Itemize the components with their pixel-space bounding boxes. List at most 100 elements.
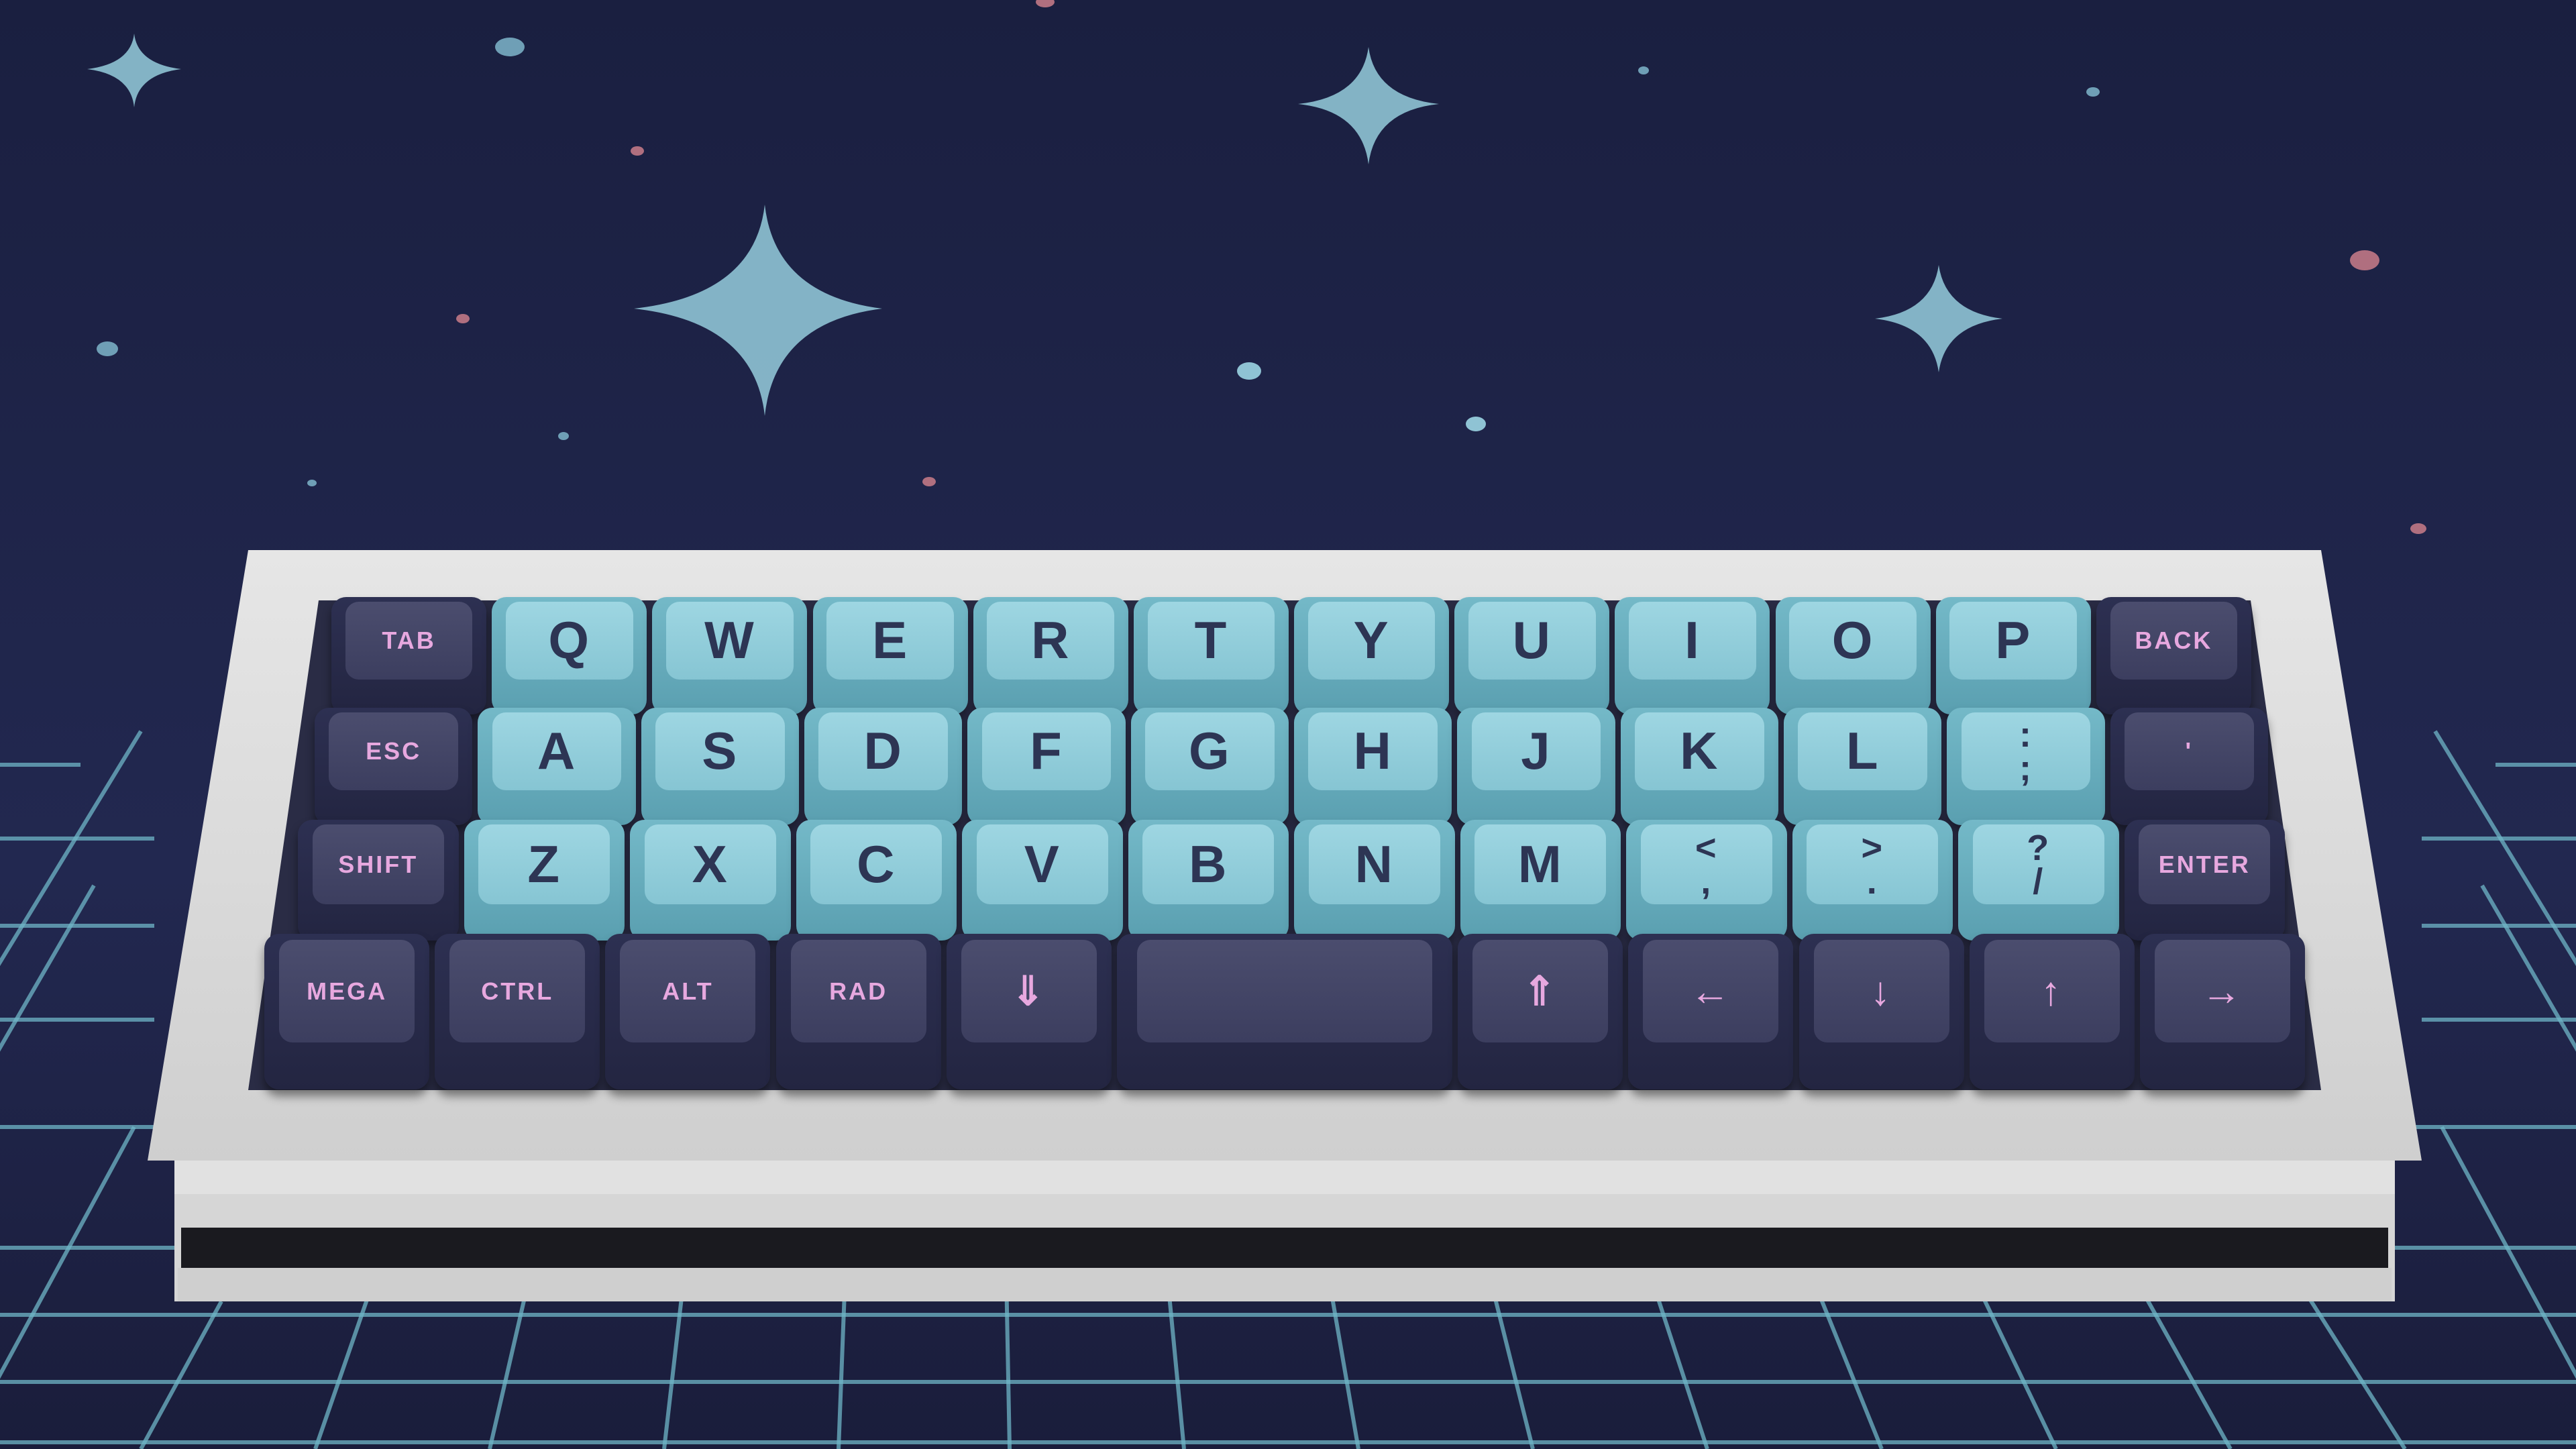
key-legend: X	[644, 824, 776, 904]
key-label: R	[1031, 610, 1071, 670]
key-CTRL[interactable]: CTRL	[435, 934, 600, 1089]
key-label: I	[1684, 610, 1701, 670]
key-L[interactable]: L	[1784, 708, 1942, 825]
key-label: CTRL	[481, 977, 554, 1005]
key-Y[interactable]: Y	[1294, 597, 1450, 714]
key-I[interactable]: I	[1615, 597, 1770, 714]
key-O[interactable]: O	[1775, 597, 1931, 714]
key-legend: P	[1949, 602, 2078, 680]
key-label: Q	[548, 610, 591, 670]
key-R[interactable]: R	[973, 597, 1128, 714]
key-Z[interactable]: Z	[464, 820, 625, 941]
key-legend: '	[2124, 712, 2254, 790]
key-ESC[interactable]: ESC	[315, 708, 473, 825]
key-legend: S	[655, 712, 785, 790]
key-label: F	[1030, 721, 1063, 781]
key-C[interactable]: C	[796, 820, 957, 941]
key-legend: MEGA	[279, 940, 415, 1043]
key-TAB[interactable]: TAB	[331, 597, 487, 714]
key-sublabel: ;	[2019, 747, 2033, 788]
key-label: <	[1695, 827, 1718, 868]
key-H[interactable]: H	[1294, 708, 1452, 825]
key-label: G	[1188, 721, 1231, 781]
key-legend: D	[818, 712, 949, 790]
key-legend: RAD	[790, 940, 926, 1043]
key-label: P	[1995, 610, 2032, 670]
key-legend: CTRL	[449, 940, 586, 1043]
key-M[interactable]: M	[1460, 820, 1621, 941]
key-label: ↑	[2041, 969, 2063, 1014]
key-?[interactable]: ? /	[1958, 820, 2119, 941]
key-legend	[1136, 940, 1433, 1043]
key-label: A	[537, 721, 577, 781]
key-label: K	[1680, 721, 1719, 781]
key-legend: H	[1308, 712, 1438, 790]
key-RAD[interactable]: RAD	[775, 934, 941, 1089]
key-<[interactable]: <,	[1626, 820, 1787, 941]
key-←[interactable]: ←	[1628, 934, 1794, 1089]
key->[interactable]: >.	[1792, 820, 1953, 941]
key-K[interactable]: K	[1620, 708, 1778, 825]
key-'[interactable]: '	[2110, 708, 2268, 825]
key-label: J	[1521, 721, 1552, 781]
key-A[interactable]: A	[478, 708, 636, 825]
key-legend: ←	[1643, 940, 1779, 1043]
key-E[interactable]: E	[812, 597, 968, 714]
key-G[interactable]: G	[1130, 708, 1289, 825]
key-sublabel: ,	[1701, 861, 1713, 902]
key-↑[interactable]: ↑	[1969, 934, 2135, 1089]
key-V[interactable]: V	[962, 820, 1123, 941]
key-label: X	[692, 835, 729, 894]
key-W[interactable]: W	[652, 597, 808, 714]
key-label: W	[704, 610, 755, 670]
key-label: →	[2201, 969, 2244, 1014]
key-X[interactable]: X	[630, 820, 791, 941]
key-legend: I	[1629, 602, 1756, 680]
key-MEGA[interactable]: MEGA	[264, 934, 430, 1089]
key-legend: BACK	[2110, 602, 2238, 680]
key-legend: U	[1468, 602, 1596, 680]
key-legend: <,	[1640, 824, 1772, 904]
key-label: E	[872, 610, 909, 670]
key-legend: ALT	[620, 940, 756, 1043]
key-J[interactable]: J	[1457, 708, 1615, 825]
key-⇓[interactable]: ⇓	[946, 934, 1112, 1089]
key-label: Z	[527, 835, 561, 894]
key-legend: E	[826, 602, 954, 680]
key-B[interactable]: B	[1128, 820, 1289, 941]
key-label: L	[1845, 721, 1880, 781]
key-label: ESC	[366, 737, 422, 765]
key-legend: J	[1471, 712, 1601, 790]
key-ALT[interactable]: ALT	[605, 934, 771, 1089]
key-:[interactable]: :;	[1947, 708, 2105, 825]
key-legend: >.	[1807, 824, 1939, 904]
key-space[interactable]	[1116, 934, 1453, 1089]
key-S[interactable]: S	[641, 708, 799, 825]
key-legend: F	[981, 712, 1112, 790]
key-legend: C	[810, 824, 943, 904]
key-T[interactable]: T	[1133, 597, 1289, 714]
key-Q[interactable]: Q	[492, 597, 647, 714]
key-SHIFT[interactable]: SHIFT	[298, 820, 459, 941]
key-legend: ↓	[1813, 940, 1949, 1043]
key-P[interactable]: P	[1935, 597, 2091, 714]
key-N[interactable]: N	[1294, 820, 1455, 941]
key-ENTER[interactable]: ENTER	[2124, 820, 2285, 941]
key-label: ALT	[662, 977, 714, 1005]
key-label: M	[1517, 835, 1563, 894]
key-D[interactable]: D	[804, 708, 963, 825]
key-legend: ESC	[329, 712, 459, 790]
key-→[interactable]: →	[2139, 934, 2305, 1089]
key-⇑[interactable]: ⇑	[1458, 934, 1623, 1089]
key-BACK[interactable]: BACK	[2096, 597, 2251, 714]
key-legend: ⇑	[1472, 940, 1609, 1043]
key-F[interactable]: F	[967, 708, 1126, 825]
key-↓[interactable]: ↓	[1799, 934, 1964, 1089]
key-U[interactable]: U	[1454, 597, 1610, 714]
key-legend: N	[1308, 824, 1440, 904]
key-sublabel: /	[2033, 861, 2045, 902]
key-label: SHIFT	[338, 850, 419, 878]
key-legend: SHIFT	[312, 824, 444, 904]
key-legend: B	[1142, 824, 1275, 904]
key-legend: O	[1789, 602, 1917, 680]
